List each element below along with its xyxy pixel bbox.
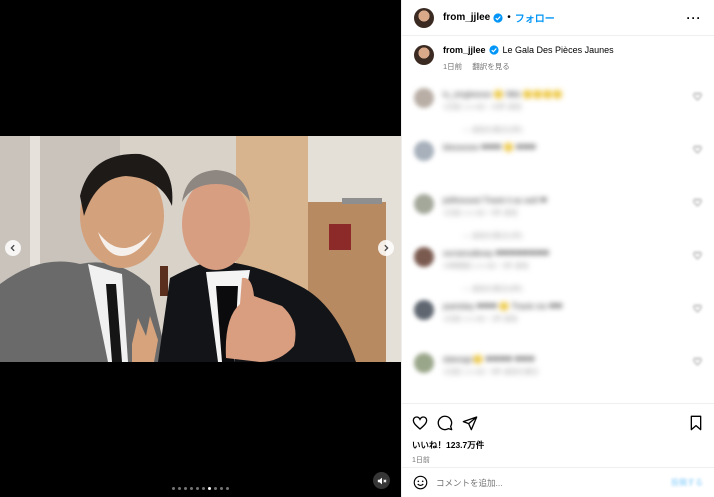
avatar[interactable] [414, 7, 434, 28]
comment-text: blessesee ❤❤❤ 🙂 ❤❤❤ [443, 143, 536, 152]
post-comment-button[interactable]: 投稿する [671, 477, 703, 488]
translate-link[interactable]: 翻訳を見る [472, 62, 510, 71]
comment-like-icon[interactable] [693, 251, 702, 260]
carousel-dot [172, 487, 175, 490]
chevron-right-icon [384, 244, 389, 252]
like-count[interactable]: いいね！123.7万件 [412, 439, 704, 451]
comment-like-icon[interactable] [693, 357, 702, 366]
carousel-dot [208, 487, 211, 490]
caption-text: Le Gala Des Pièces Jaunes [502, 45, 614, 55]
carousel-dot [184, 487, 187, 490]
audio-toggle-button[interactable] [373, 472, 390, 489]
post-header: from_jjlee • フォロー ··· [402, 0, 714, 36]
post-media [0, 0, 401, 497]
comment-meta: 1日前 いいね！9件 返信を表示 [443, 369, 539, 376]
comment-like-icon[interactable] [693, 92, 702, 101]
carousel-dot [178, 487, 181, 490]
comment-item: blessesee ❤❤❤ 🙂 ❤❤❤ [414, 137, 702, 190]
commenter-avatar[interactable] [414, 141, 434, 161]
follow-button[interactable]: フォロー [515, 10, 555, 25]
share-icon[interactable] [462, 415, 478, 431]
carousel-dot [226, 487, 229, 490]
comment-like-icon[interactable] [693, 198, 702, 207]
comment-input[interactable]: コメントを追加... [436, 477, 503, 489]
caption-time: 1日前 [443, 62, 463, 71]
heart-icon[interactable] [412, 415, 428, 431]
comment-meta: 1日前 いいね！5件 返信 [443, 210, 518, 217]
caption-avatar[interactable] [414, 45, 434, 65]
comment-icon[interactable] [437, 415, 453, 431]
carousel-dot [190, 487, 193, 490]
carousel-next-button[interactable] [378, 240, 394, 256]
comment-like-icon[interactable] [693, 145, 702, 154]
comment-item: datesign🙂 ❤❤❤❤ ❤❤❤ 1日前 いいね！9件 返信を表示 [414, 349, 702, 402]
post-caption: from_jjlee Le Gala Des Pièces Jaunes 1日前… [414, 45, 702, 72]
bookmark-icon[interactable] [688, 415, 704, 431]
emoji-icon[interactable] [413, 475, 428, 490]
comment-meta: 1日前 いいね！10件 返信 [443, 104, 522, 111]
commenter-avatar[interactable] [414, 88, 434, 108]
chevron-left-icon [10, 244, 15, 252]
comment-meta: 16時間前 いいね！2件 返信 [443, 263, 529, 270]
comment-text: lu_singleesse 🙂 Mkk 🙂🙂🙂🙂 [443, 90, 563, 99]
comment-item: jeilthessed Thank it as well ❤ 1日前 いいね！5件… [414, 190, 702, 243]
commenter-avatar[interactable] [414, 353, 434, 373]
post-photo[interactable] [0, 136, 401, 362]
comment-text: datesign🙂 ❤❤❤❤ ❤❤❤ [443, 355, 535, 364]
speaker-muted-icon [377, 477, 386, 484]
verified-badge-icon [488, 45, 499, 55]
verified-badge-icon [493, 12, 503, 23]
commenter-avatar[interactable] [414, 300, 434, 320]
carousel-prev-button[interactable] [5, 240, 21, 256]
post-actions: いいね！123.7万件 1日前 [402, 403, 714, 465]
caption-username[interactable]: from_jjlee [443, 45, 486, 55]
view-replies-link[interactable]: — 返信を表示(1件) [463, 230, 547, 243]
comment-meta: 1日前 いいね！1件 返信 [443, 316, 518, 323]
separator: • [507, 12, 511, 23]
comment-text: jsaintday ❤❤❤ 🙂 Thank me ❤❤ [443, 302, 563, 311]
post-date: 1日前 [412, 457, 430, 464]
carousel-dot [196, 487, 199, 490]
comment-item: sorrainsdkeep ❤❤❤❤❤❤❤❤ 16時間前 いいね！2件 返信 — 返… [414, 243, 702, 296]
more-options-icon[interactable]: ··· [686, 11, 702, 25]
view-replies-link[interactable]: — 返信を表示(3件) [463, 283, 549, 296]
view-replies-link[interactable]: — 返信を表示(2件) [463, 124, 563, 137]
add-comment-bar: コメントを追加... 投稿する [402, 467, 714, 497]
comment-list: lu_singleesse 🙂 Mkk 🙂🙂🙂🙂 1日前 いいね！10件 返信 — … [414, 84, 702, 402]
comment-text: sorrainsdkeep ❤❤❤❤❤❤❤❤ [443, 249, 550, 258]
comment-like-icon[interactable] [693, 304, 702, 313]
photo-illustration [0, 136, 401, 362]
post-side-panel: from_jjlee • フォロー ··· from_jjlee Le Gala… [401, 0, 714, 497]
comment-item: jsaintday ❤❤❤ 🙂 Thank me ❤❤ 1日前 いいね！1件 返信 [414, 296, 702, 349]
commenter-avatar[interactable] [414, 194, 434, 214]
carousel-dot [220, 487, 223, 490]
commenter-avatar[interactable] [414, 247, 434, 267]
carousel-dot [202, 487, 205, 490]
comment-item: lu_singleesse 🙂 Mkk 🙂🙂🙂🙂 1日前 いいね！10件 返信 — … [414, 84, 702, 137]
carousel-indicator [0, 487, 401, 490]
carousel-dot [214, 487, 217, 490]
header-username[interactable]: from_jjlee [443, 12, 490, 23]
comment-text: jeilthessed Thank it as well ❤ [443, 196, 547, 205]
